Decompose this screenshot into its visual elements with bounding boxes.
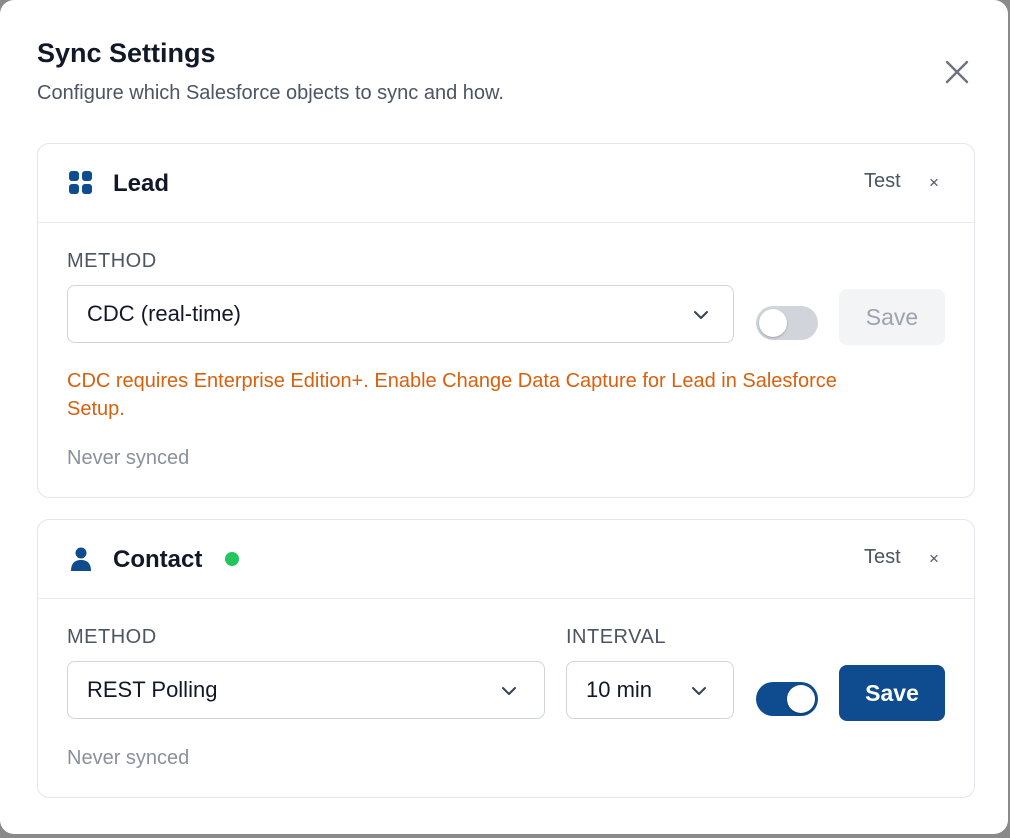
sync-settings-modal: Sync Settings Configure which Salesforce…: [0, 0, 1008, 834]
person-icon: [71, 547, 91, 571]
object-name: Contact: [113, 546, 203, 573]
chevron-down-icon: [694, 311, 708, 319]
interval-select-value: 10 min: [586, 677, 653, 702]
object-card-contact: Contact Test × METHOD REST Polling INTER…: [37, 519, 975, 798]
save-button[interactable]: Save: [839, 665, 945, 721]
active-status-dot: [225, 552, 239, 566]
save-button[interactable]: Save: [839, 289, 945, 345]
cdc-warning-message: CDC requires Enterprise Edition+. Enable…: [67, 370, 837, 420]
grid-icon: [69, 171, 92, 194]
modal-subtitle: Configure which Salesforce objects to sy…: [37, 82, 504, 104]
test-button[interactable]: Test: [864, 170, 901, 193]
method-select[interactable]: CDC (real-time): [67, 285, 734, 343]
chevron-down-icon: [692, 687, 706, 695]
object-name: Lead: [113, 170, 170, 197]
method-select[interactable]: REST Polling: [67, 661, 545, 719]
test-button[interactable]: Test: [864, 546, 901, 569]
object-card-lead: Lead Test × METHOD CDC (real-time) Save …: [37, 143, 975, 498]
interval-select[interactable]: 10 min: [566, 661, 734, 719]
card-header: Lead Test ×: [38, 144, 974, 223]
interval-label: INTERVAL: [566, 626, 666, 648]
chevron-down-icon: [502, 687, 516, 695]
sync-enabled-toggle[interactable]: [756, 682, 818, 716]
sync-status: Never synced: [67, 747, 190, 769]
method-label: METHOD: [67, 250, 157, 272]
sync-enabled-toggle[interactable]: [756, 306, 818, 340]
toggle-knob: [759, 309, 787, 337]
remove-object-button[interactable]: ×: [926, 172, 942, 194]
toggle-knob: [787, 685, 815, 713]
close-button[interactable]: [941, 56, 973, 88]
card-header: Contact Test ×: [38, 520, 974, 599]
sync-status: Never synced: [67, 447, 190, 469]
method-select-value: CDC (real-time): [87, 301, 241, 326]
modal-title: Sync Settings: [37, 38, 216, 68]
remove-object-button[interactable]: ×: [926, 548, 942, 570]
method-select-value: REST Polling: [87, 677, 218, 702]
method-label: METHOD: [67, 626, 157, 648]
close-icon: [945, 60, 969, 84]
